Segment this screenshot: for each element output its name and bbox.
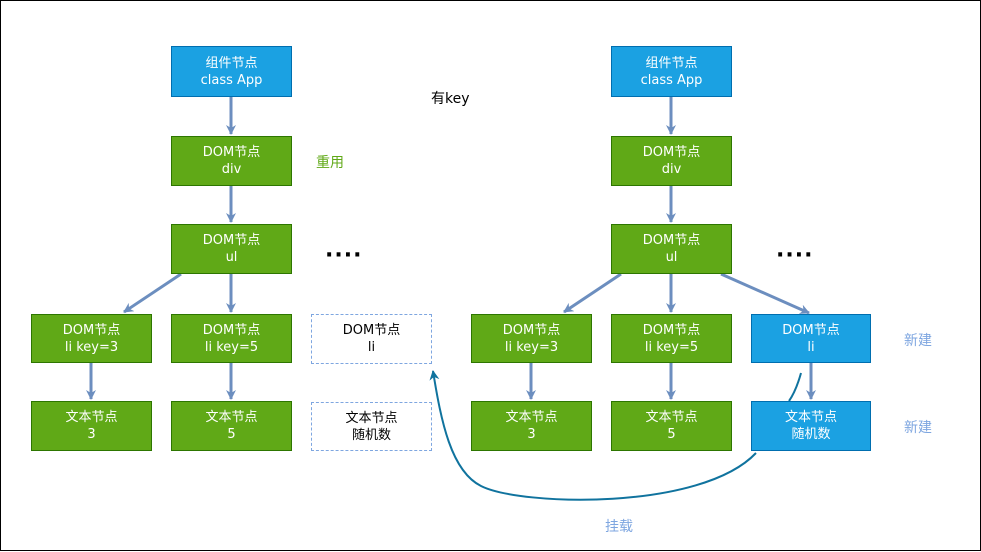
right-li3-line1: DOM节点	[502, 322, 561, 338]
left-component-line2: class App	[200, 72, 263, 88]
right-text-new-line2: 随机数	[791, 427, 831, 442]
left-div-node: DOM节点 div	[171, 136, 292, 186]
left-li5-line2: li key=5	[204, 339, 259, 355]
edges-layer	[86, 97, 816, 501]
left-ul-node: DOM节点 ul	[171, 224, 292, 274]
right-text-new-line1: 文本节点	[784, 410, 837, 425]
new-label-text: 新建	[904, 420, 932, 436]
left-div-line1: DOM节点	[202, 145, 261, 160]
edge-left-ul-li3	[123, 272, 182, 314]
right-li-new-line2: li	[807, 339, 815, 355]
right-li3-node: DOM节点 li key=3	[471, 314, 592, 363]
left-ul-line2: ul	[225, 250, 238, 265]
right-component-node: 组件节点 class App	[611, 46, 732, 97]
edge-right-ul-linew	[720, 272, 810, 315]
left-placeholder-li-line1: DOM节点	[342, 323, 401, 338]
left-li3-line2: li key=3	[64, 339, 119, 355]
left-div-line2: div	[221, 162, 242, 177]
left-li5-line1: DOM节点	[202, 322, 261, 338]
left-ellipsis: ····	[325, 243, 363, 268]
right-component-line2: class App	[640, 72, 703, 88]
left-text3-node: 文本节点 3	[31, 401, 152, 451]
left-placeholder-text-node: 文本节点 随机数	[311, 402, 432, 451]
left-placeholder-text-line1: 文本节点	[345, 410, 398, 426]
right-li5-line2: li key=5	[644, 339, 699, 355]
reuse-label: 重用	[316, 155, 344, 171]
left-text5-line2: 5	[227, 427, 236, 442]
right-component-line1: 组件节点	[645, 55, 698, 71]
left-ul-line1: DOM节点	[202, 233, 261, 248]
right-text3-node: 文本节点 3	[471, 401, 592, 451]
left-li3-node: DOM节点 li key=3	[31, 314, 152, 363]
new-label-li: 新建	[904, 333, 932, 349]
right-text5-node: 文本节点 5	[611, 401, 732, 451]
right-li5-line1: DOM节点	[642, 322, 701, 338]
right-ul-line1: DOM节点	[642, 233, 701, 248]
left-placeholder-li-line2: li	[367, 340, 376, 355]
right-text3-line2: 3	[527, 427, 536, 442]
left-text5-node: 文本节点 5	[171, 401, 292, 451]
right-li3-line2: li key=3	[504, 339, 559, 355]
left-li5-node: DOM节点 li key=5	[171, 314, 292, 363]
right-li-new-line1: DOM节点	[782, 322, 840, 338]
mount-source-hook	[788, 372, 802, 402]
left-component-node: 组件节点 class App	[171, 46, 292, 97]
right-div-line2: div	[661, 162, 682, 177]
left-placeholder-text-line2: 随机数	[351, 427, 391, 443]
diagram-title: 有key	[431, 91, 470, 107]
right-div-node: DOM节点 div	[611, 136, 732, 186]
left-text5-line1: 文本节点	[205, 410, 258, 425]
right-ul-line2: ul	[665, 250, 678, 265]
mount-label: 挂载	[605, 519, 633, 535]
diagram-canvas: 有key 组件节点 class App DOM节点 div 重用 DOM节点 u…	[0, 0, 981, 551]
right-div-line1: DOM节点	[642, 145, 701, 160]
right-ellipsis: ····	[776, 243, 814, 268]
left-text3-line1: 文本节点	[65, 410, 118, 425]
right-li5-node: DOM节点 li key=5	[611, 314, 732, 363]
edge-right-ul-li3	[563, 272, 622, 314]
right-text5-line1: 文本节点	[645, 410, 698, 425]
right-text-new-node: 文本节点 随机数	[751, 401, 871, 451]
left-li3-line1: DOM节点	[62, 322, 121, 338]
right-text3-line1: 文本节点	[505, 410, 558, 425]
left-text3-line2: 3	[87, 427, 96, 442]
left-component-line1: 组件节点	[205, 55, 258, 71]
right-text5-line2: 5	[667, 427, 676, 442]
left-placeholder-li-node: DOM节点 li	[311, 314, 432, 364]
right-ul-node: DOM节点 ul	[611, 224, 732, 274]
right-li-new-node: DOM节点 li	[751, 314, 871, 363]
